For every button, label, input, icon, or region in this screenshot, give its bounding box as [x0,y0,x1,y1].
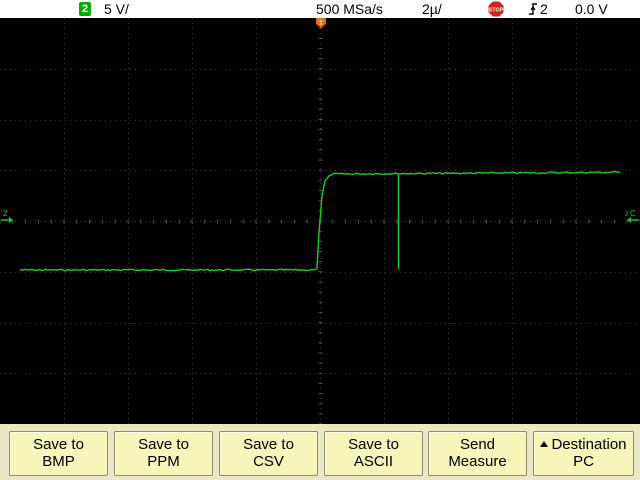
trigger-position-marker[interactable]: T [316,18,326,28]
softkey-bar: Save to BMP Save to PPM Save to CSV Save… [0,424,640,480]
softkey-line2: PC [573,453,594,470]
softkey-line1: Save to [33,436,84,453]
save-to-ppm-button[interactable]: Save to PPM [114,431,213,476]
volts-per-div[interactable]: 5 V/ [104,0,129,18]
destination-line1: Destination [534,436,633,453]
softkey-line2: PPM [147,453,180,470]
menu-up-icon [540,441,549,447]
sample-rate: 500 MSa/s [316,1,383,17]
run-state-label: STOP [489,8,504,14]
channel-ground-marker[interactable]: 2 [1,209,13,223]
trigger-level[interactable]: 0.0 V [575,0,608,18]
status-bar: 2 5 V/ 500 MSa/s 2µ/ STOP 2 0.0 V [0,0,640,18]
save-to-bmp-button[interactable]: Save to BMP [9,431,108,476]
waveform-display: T 2 C 2 [0,18,640,424]
softkey-line1: Save to [243,436,294,453]
trigger-edge-icon [529,3,537,15]
channel-badge[interactable]: 2 [79,2,91,16]
softkey-line1: Send [459,436,496,453]
channel-ground-label: 2 [3,209,8,218]
send-measure-button[interactable]: Send Measure [428,431,527,476]
softkey-line1: Destination [551,436,627,453]
waveform-overlay: T 2 C 2 [1,18,639,223]
save-to-csv-button[interactable]: Save to CSV [219,431,318,476]
trigger-channel: 2 [540,1,548,17]
trigger-level-marker-label: C [630,209,636,218]
oscilloscope-screen: 2 5 V/ 500 MSa/s 2µ/ STOP 2 0.0 V T 2 C … [0,0,640,480]
destination-pc-button[interactable]: Destination PC [533,431,634,476]
softkey-line2: ASCII [353,453,394,470]
softkey-line2: CSV [253,453,284,470]
save-to-ascii-button[interactable]: Save to ASCII [324,431,423,476]
softkey-line1: Save to [138,436,189,453]
trigger-level-marker[interactable]: C 2 [625,209,639,223]
softkey-line2: BMP [42,453,75,470]
softkey-line2: Measure [448,453,507,470]
stop-icon[interactable]: STOP [487,0,505,18]
trigger-level-marker-channel: 2 [625,212,629,218]
softkey-line1: Save to [348,436,399,453]
svg-text:T: T [319,21,323,27]
time-per-div[interactable]: 2µ/ [422,0,442,18]
